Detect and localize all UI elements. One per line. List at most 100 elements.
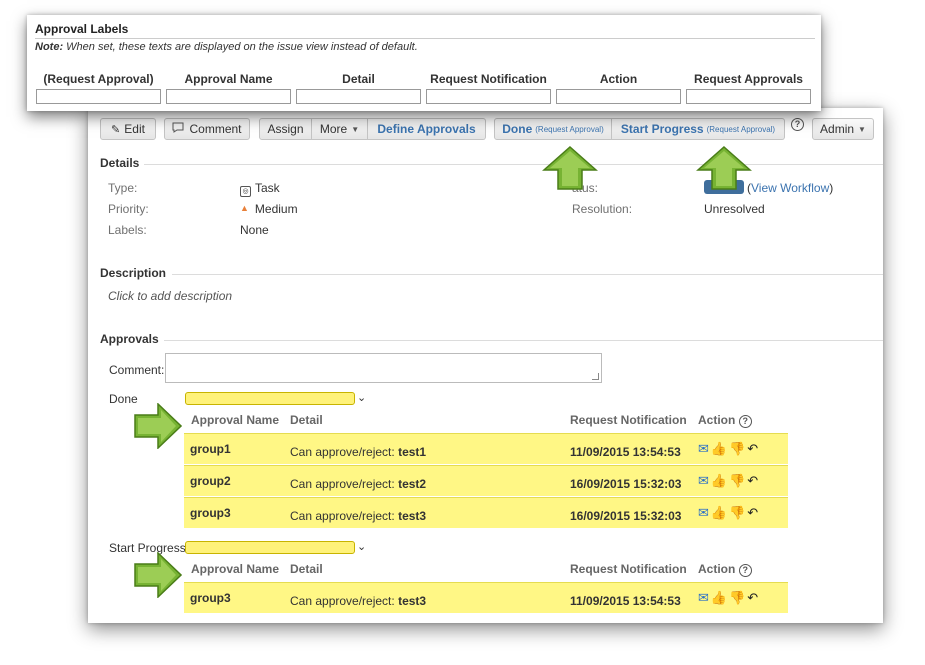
resize-grip-icon[interactable] bbox=[592, 373, 599, 380]
approval-labels-panel: Approval Labels Note: When set, these te… bbox=[27, 15, 821, 111]
up-arrow-icon bbox=[696, 146, 752, 190]
assign-button[interactable]: Assign bbox=[259, 118, 312, 140]
done-request-approval-hint: (Request Approval) bbox=[535, 124, 604, 134]
col-action: Action ? bbox=[698, 562, 752, 577]
col-detail: Detail bbox=[290, 562, 323, 576]
approver-user: test2 bbox=[398, 477, 427, 491]
undo-icon[interactable]: ↶ bbox=[747, 473, 758, 489]
approval-labels-divider bbox=[35, 38, 815, 39]
admin-button[interactable]: Admin ▼ bbox=[812, 118, 874, 140]
priority-label: Priority: bbox=[108, 202, 149, 216]
type-text: Task bbox=[255, 181, 280, 195]
col-action-label: Action bbox=[698, 413, 736, 427]
caret-down-icon: ▼ bbox=[858, 124, 866, 134]
caret-down-icon: ▼ bbox=[351, 124, 360, 134]
col-request-notification: Request Notification bbox=[570, 413, 687, 427]
notification-date: 16/09/2015 15:32:03 bbox=[570, 509, 682, 523]
done-button[interactable]: Done (Request Approval) bbox=[494, 118, 612, 140]
thumbs-up-icon[interactable]: 👍 bbox=[711, 473, 727, 489]
request-approvals-label-input[interactable] bbox=[686, 89, 811, 104]
action-label-input[interactable] bbox=[556, 89, 681, 104]
email-icon[interactable]: ✉ bbox=[698, 441, 709, 457]
row-actions: ✉ 👍 👎 ↶ bbox=[698, 441, 760, 457]
approval-labels-title: Approval Labels bbox=[35, 22, 129, 36]
email-icon[interactable]: ✉ bbox=[698, 505, 709, 521]
col-request-notification: Request Notification bbox=[570, 562, 687, 576]
detail-prefix: Can approve/reject: bbox=[290, 477, 395, 491]
approver-user: test1 bbox=[398, 445, 427, 459]
task-icon: ◎ bbox=[240, 186, 251, 197]
email-icon[interactable]: ✉ bbox=[698, 590, 709, 606]
description-placeholder[interactable]: Click to add description bbox=[108, 289, 232, 303]
admin-button-label: Admin bbox=[820, 122, 855, 136]
done-button-label: Done bbox=[502, 122, 533, 136]
col-action: Action ? bbox=[698, 413, 752, 428]
thumbs-down-icon[interactable]: 👎 bbox=[729, 505, 745, 521]
approval-detail: Can approve/reject: test2 bbox=[290, 477, 426, 491]
undo-icon[interactable]: ↶ bbox=[747, 590, 758, 606]
request-notification-label-input[interactable] bbox=[426, 89, 551, 104]
description-divider bbox=[172, 274, 883, 275]
done-table-header: Approval Name Detail Request Notificatio… bbox=[184, 408, 788, 432]
thumbs-down-icon[interactable]: 👎 bbox=[729, 441, 745, 457]
table-row: group3 Can approve/reject: test3 16/09/2… bbox=[184, 497, 788, 528]
request-approval-label-input[interactable] bbox=[36, 89, 161, 104]
details-divider bbox=[144, 164, 883, 165]
done-approval-select[interactable] bbox=[185, 392, 355, 405]
assign-button-label: Assign bbox=[267, 122, 304, 136]
start-progress-button-label: Start Progress bbox=[620, 122, 704, 136]
priority-value: ▲ Medium bbox=[240, 202, 298, 216]
approval-name: group3 bbox=[190, 591, 231, 605]
labels-value: None bbox=[240, 223, 269, 237]
approvals-heading: Approvals bbox=[100, 332, 159, 346]
more-button[interactable]: More ▼ bbox=[312, 118, 368, 140]
chevron-down-icon[interactable]: ⌄ bbox=[357, 391, 366, 404]
chevron-down-icon[interactable]: ⌄ bbox=[357, 540, 366, 553]
approval-labels-note: Note: When set, these texts are displaye… bbox=[35, 41, 418, 53]
thumbs-down-icon[interactable]: 👎 bbox=[729, 473, 745, 489]
detail-label-input[interactable] bbox=[296, 89, 421, 104]
approvals-divider bbox=[164, 340, 883, 341]
detail-prefix: Can approve/reject: bbox=[290, 594, 395, 608]
comment-button-label: Comment bbox=[189, 122, 242, 136]
details-heading: Details bbox=[100, 156, 140, 170]
question-circle-icon[interactable]: ? bbox=[738, 564, 752, 577]
start-progress-button[interactable]: Start Progress (Request Approval) bbox=[612, 118, 785, 140]
notification-date: 16/09/2015 15:32:03 bbox=[570, 477, 682, 491]
email-icon[interactable]: ✉ bbox=[698, 473, 709, 489]
question-circle-icon[interactable]: ? bbox=[791, 118, 804, 131]
thumbs-down-icon[interactable]: 👎 bbox=[729, 590, 745, 606]
speech-bubble-icon bbox=[172, 122, 184, 136]
more-button-label: More bbox=[319, 122, 348, 136]
labels-label: Labels: bbox=[108, 223, 147, 237]
question-circle-icon[interactable]: ? bbox=[738, 415, 752, 428]
col-detail: Detail bbox=[290, 413, 323, 427]
label-header-detail: Detail bbox=[342, 72, 375, 86]
edit-button-label: Edit bbox=[124, 122, 145, 136]
undo-icon[interactable]: ↶ bbox=[747, 441, 758, 457]
description-heading: Description bbox=[100, 266, 167, 280]
edit-button[interactable]: ✎ Edit bbox=[100, 118, 156, 140]
approval-name: group1 bbox=[190, 442, 231, 456]
define-approvals-label: Define Approvals bbox=[377, 122, 476, 136]
label-header-approval-name: Approval Name bbox=[184, 72, 273, 86]
label-header-request-approvals: Request Approvals bbox=[694, 72, 803, 86]
row-actions: ✉ 👍 👎 ↶ bbox=[698, 473, 760, 489]
thumbs-up-icon[interactable]: 👍 bbox=[711, 505, 727, 521]
thumbs-up-icon[interactable]: 👍 bbox=[711, 590, 727, 606]
thumbs-up-icon[interactable]: 👍 bbox=[711, 441, 727, 457]
type-value: ◎ Task bbox=[240, 181, 280, 197]
pencil-icon: ✎ bbox=[111, 123, 121, 136]
approval-name-label-input[interactable] bbox=[166, 89, 291, 104]
view-workflow: (View Workflow) bbox=[747, 181, 834, 195]
approver-user: test3 bbox=[398, 509, 427, 523]
define-approvals-button[interactable]: Define Approvals bbox=[368, 118, 486, 140]
label-header-request-notification: Request Notification bbox=[430, 72, 547, 86]
detail-prefix: Can approve/reject: bbox=[290, 509, 395, 523]
start-progress-approval-select[interactable] bbox=[185, 541, 355, 554]
view-workflow-link[interactable]: View Workflow bbox=[751, 181, 829, 195]
approver-user: test3 bbox=[398, 594, 427, 608]
undo-icon[interactable]: ↶ bbox=[747, 505, 758, 521]
approval-comment-textarea[interactable] bbox=[165, 353, 602, 383]
comment-button[interactable]: Comment bbox=[164, 118, 250, 140]
